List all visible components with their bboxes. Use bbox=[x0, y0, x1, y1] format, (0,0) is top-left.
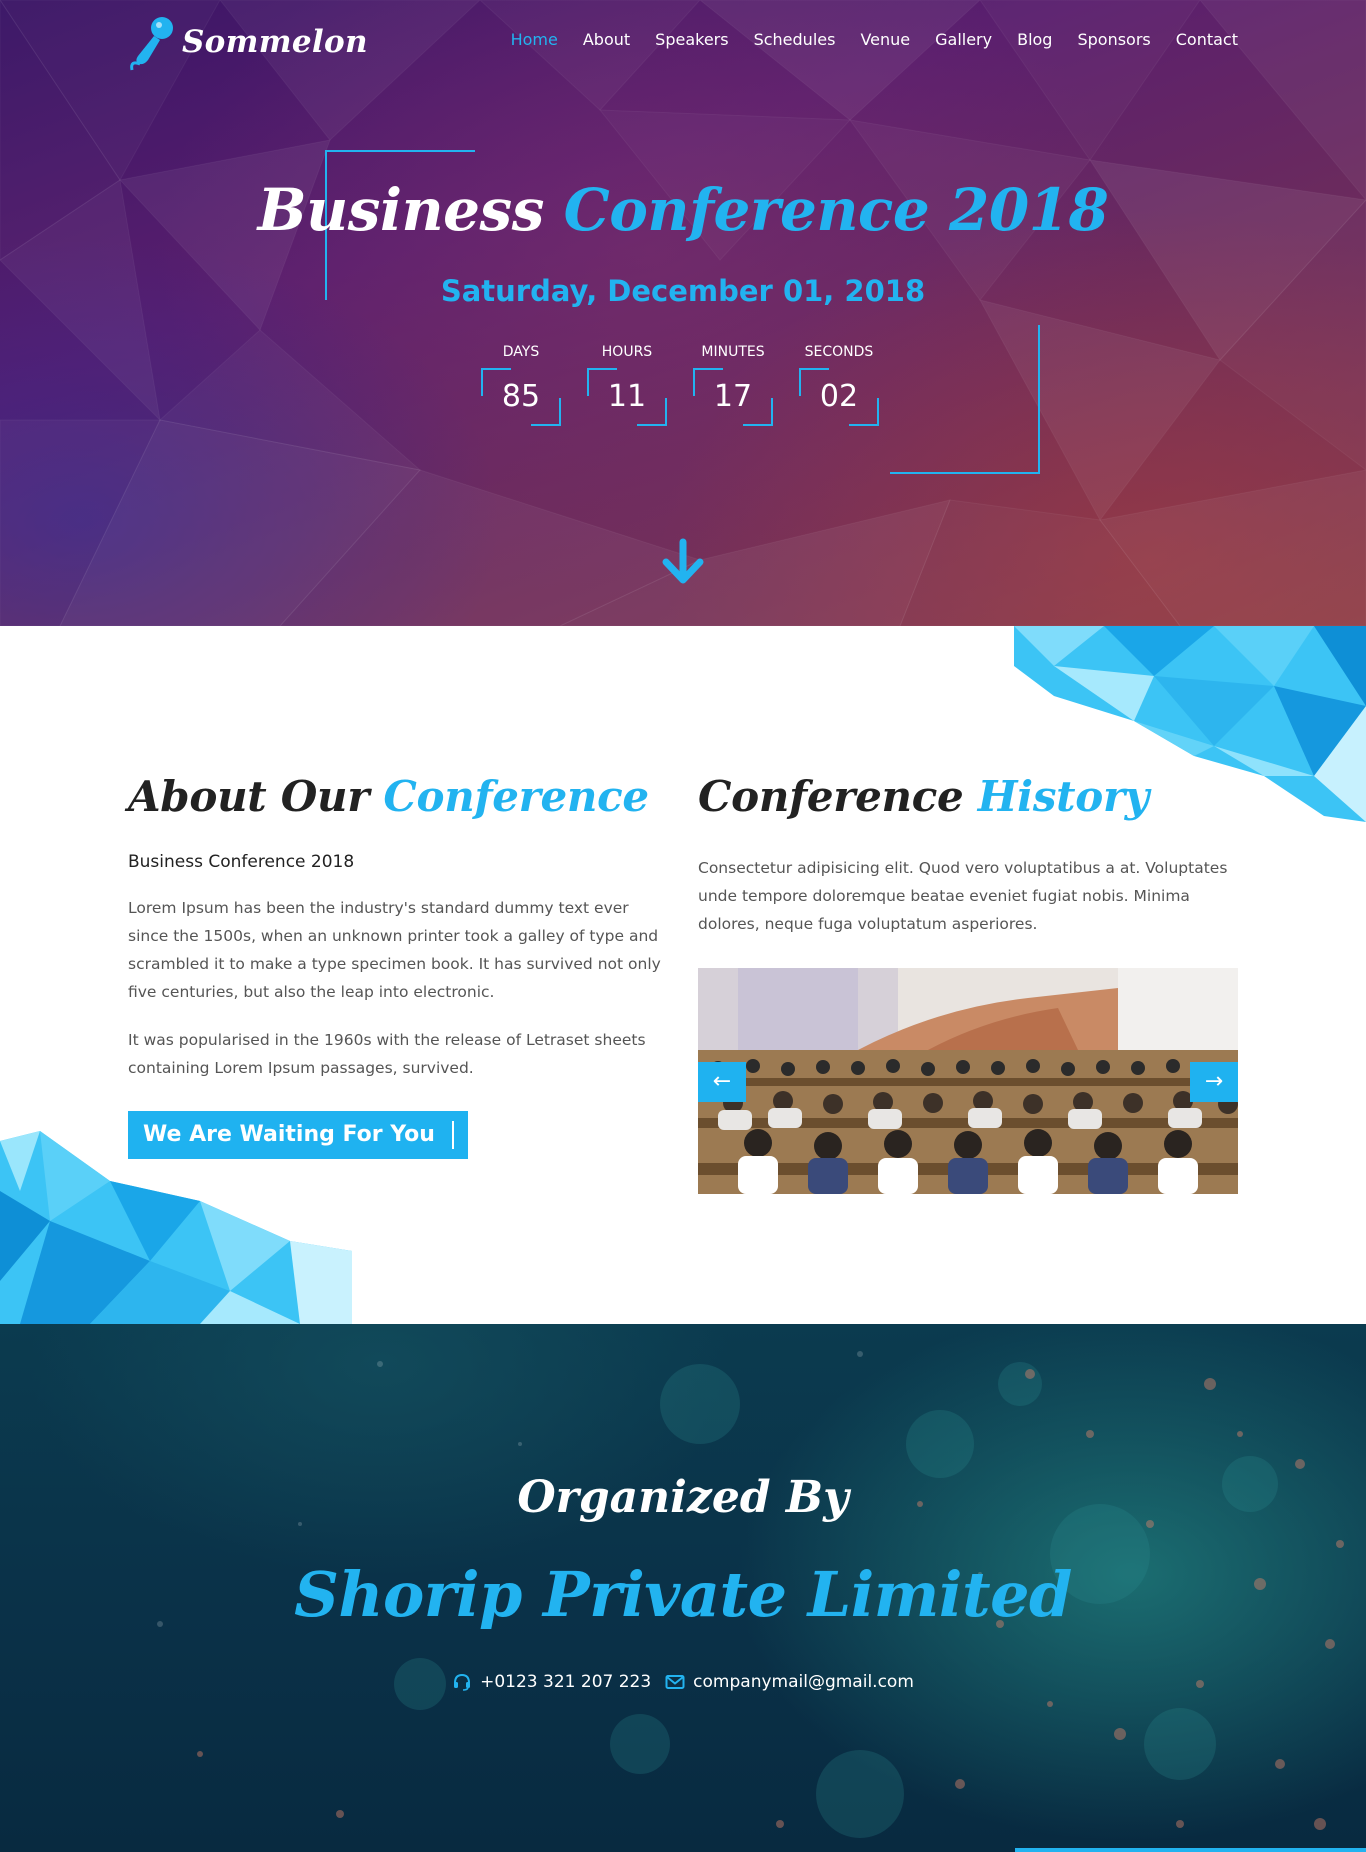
nav-item-sponsors[interactable]: Sponsors bbox=[1077, 30, 1150, 49]
history-title-main: Conference bbox=[698, 772, 964, 821]
conference-audience-image bbox=[698, 968, 1238, 1194]
about-subtitle: Business Conference 2018 bbox=[128, 852, 355, 872]
nav-item-venue[interactable]: Venue bbox=[860, 30, 910, 49]
countdown-box: 85 bbox=[481, 368, 561, 426]
countdown-value: 85 bbox=[501, 379, 541, 414]
about-title-main: About Our bbox=[128, 772, 370, 821]
waiting-cta-button[interactable]: We Are Waiting For You bbox=[128, 1111, 468, 1159]
organizer-contact: +0123 321 207 223 companymail@gmail.com bbox=[0, 1672, 1366, 1692]
about-section: About Our Conference Business Conference… bbox=[0, 626, 1366, 1324]
about-title-accent: Conference bbox=[383, 772, 649, 821]
organizer-name: Shorip Private Limited bbox=[294, 1558, 1072, 1631]
hero-frame-corner-bottom-right-vertical bbox=[1038, 325, 1040, 474]
countdown-value: 17 bbox=[713, 379, 753, 414]
hero-title-main: Business bbox=[257, 176, 545, 244]
organizer-email-address: companymail@gmail.com bbox=[693, 1672, 914, 1692]
organizer-title: Organized By bbox=[517, 1472, 849, 1523]
about-paragraph-2: It was popularised in the 1960s with the… bbox=[128, 1031, 646, 1077]
nav-item-contact[interactable]: Contact bbox=[1176, 30, 1238, 49]
history-title: Conference History bbox=[698, 772, 1149, 821]
hero-polygon-background bbox=[0, 0, 1366, 626]
microphone-icon bbox=[130, 17, 173, 71]
countdown-label: HOURS bbox=[601, 344, 653, 360]
nav-item-blog[interactable]: Blog bbox=[1017, 30, 1052, 49]
decorative-polygon-bottom-left bbox=[0, 1131, 352, 1324]
organizer-email[interactable]: companymail@gmail.com bbox=[665, 1672, 914, 1692]
nav-item-schedules[interactable]: Schedules bbox=[754, 30, 836, 49]
countdown-label: DAYS bbox=[502, 344, 540, 360]
countdown-box: 17 bbox=[693, 368, 773, 426]
nav-item-about[interactable]: About bbox=[583, 30, 630, 49]
hero-title: Business Conference 2018 bbox=[0, 176, 1366, 244]
countdown-days: DAYS 85 bbox=[476, 342, 566, 426]
countdown-hours: HOURS 11 bbox=[582, 342, 672, 426]
countdown-minutes: MINUTES 17 bbox=[688, 342, 778, 426]
headset-icon bbox=[454, 1673, 471, 1691]
countdown-label: MINUTES bbox=[701, 344, 765, 360]
envelope-icon bbox=[665, 1675, 685, 1689]
nav-item-home[interactable]: Home bbox=[511, 30, 558, 49]
history-paragraph: Consectetur adipisicing elit. Quod vero … bbox=[698, 859, 1228, 933]
cta-label: We Are Waiting For You bbox=[143, 1122, 435, 1147]
cta-divider bbox=[452, 1121, 454, 1149]
nav-item-gallery[interactable]: Gallery bbox=[935, 30, 992, 49]
hero-frame-corner-top-left bbox=[325, 150, 475, 152]
countdown-value: 11 bbox=[607, 379, 647, 414]
countdown-box: 11 bbox=[587, 368, 667, 426]
about-paragraph-1: Lorem Ipsum has been the industry's stan… bbox=[128, 899, 661, 1001]
countdown-value: 02 bbox=[819, 379, 859, 414]
about-title: About Our Conference bbox=[128, 772, 649, 821]
nav-item-speakers[interactable]: Speakers bbox=[655, 30, 728, 49]
main-nav: Home About Speakers Schedules Venue Gall… bbox=[486, 30, 1238, 49]
history-title-accent: History bbox=[977, 772, 1149, 821]
organizer-phone[interactable]: +0123 321 207 223 bbox=[452, 1672, 651, 1692]
organizer-section: Organized By Shorip Private Limited +012… bbox=[0, 1324, 1366, 1852]
arrow-left-icon[interactable]: ← bbox=[698, 1062, 746, 1102]
countdown-box: 02 bbox=[799, 368, 879, 426]
organizer-phone-number: +0123 321 207 223 bbox=[480, 1672, 652, 1692]
hero-section: Sommelon Home About Speakers Schedules V… bbox=[0, 0, 1366, 626]
hero-frame-corner-bottom-right bbox=[890, 472, 1040, 474]
arrow-right-icon[interactable]: → bbox=[1190, 1062, 1238, 1102]
event-date: Saturday, December 01, 2018 bbox=[440, 274, 926, 308]
countdown-seconds: SECONDS 02 bbox=[794, 342, 884, 426]
countdown-label: SECONDS bbox=[804, 344, 874, 360]
arrow-down-icon[interactable] bbox=[660, 538, 706, 586]
brand-logo[interactable]: Sommelon bbox=[128, 12, 368, 72]
hero-title-accent: Conference 2018 bbox=[563, 176, 1109, 244]
brand-name: Sommelon bbox=[182, 24, 368, 60]
countdown-timer: DAYS 85 HOURS 11 MINUTES 17 SECONDS 02 bbox=[476, 342, 896, 442]
accent-divider bbox=[1015, 1848, 1366, 1852]
history-image-slider[interactable]: ← → bbox=[698, 968, 1238, 1194]
